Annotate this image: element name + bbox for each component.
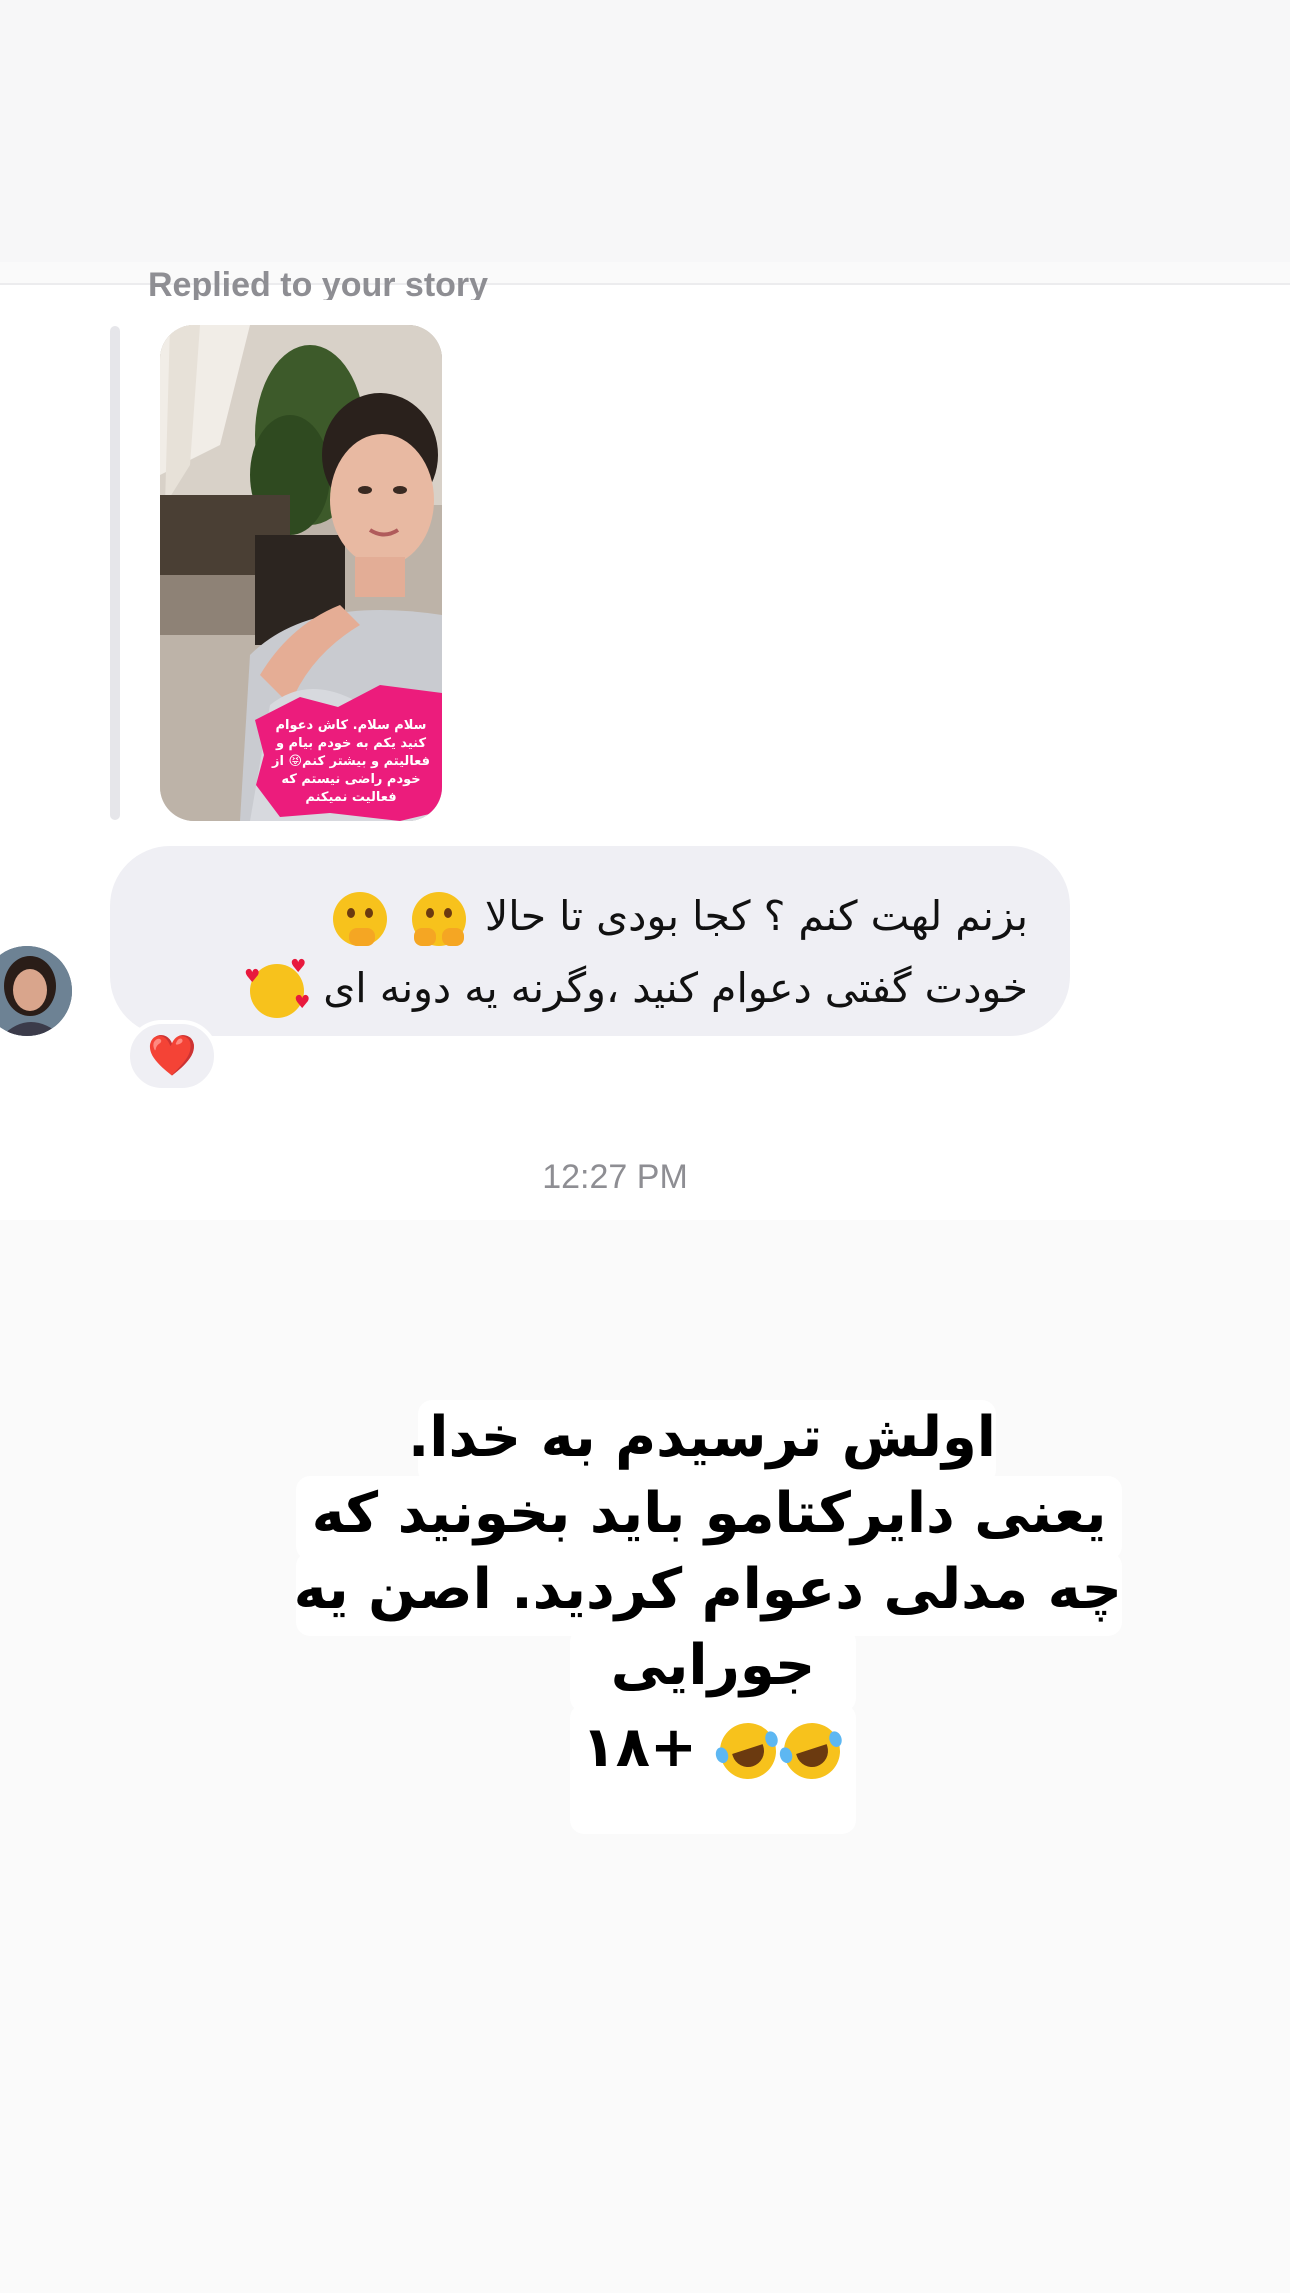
message-bubble[interactable]: بزنم لهت کنم ؟ کجا بودی تا حالا خودت گفت…: [110, 846, 1070, 1036]
message-line-2: خودت گفتی دعوام کنید ،وگرنه یه دونه ای ♥…: [152, 952, 1028, 1024]
story-sticker-text: سلام سلام. کاش دعوام کنید یکم به خودم بی…: [272, 718, 430, 805]
smiling-face-with-hearts-icon: ♥ ♥ ♥: [244, 958, 310, 1018]
face-with-hand-over-mouth-icon: [332, 892, 387, 946]
rolling-on-floor-laughing-icon: [777, 1715, 848, 1787]
story-text-line-2: یعنی دایرکتامو باید بخونید که: [296, 1476, 1122, 1560]
story-thumbnail[interactable]: سلام سلام. کاش دعوام کنید یکم به خودم بی…: [160, 325, 442, 821]
message-line-1: بزنم لهت کنم ؟ کجا بودی تا حالا: [152, 880, 1028, 952]
story-text-age-label: +۱۸: [581, 1715, 697, 1780]
message-text-1: بزنم لهت کنم ؟ کجا بودی تا حالا: [484, 892, 1028, 940]
story-text-line-1: اولش ترسیدم به خدا.: [408, 1400, 996, 1484]
story-text-line-5: +۱۸: [570, 1704, 856, 1834]
heart-icon: ❤️: [147, 1033, 197, 1079]
story-text-line-4: جورایی: [570, 1628, 856, 1712]
message-timestamp: 12:27 PM: [542, 1158, 688, 1196]
story-text-line-3: چه مدلی دعوام کردید. اصن یه: [294, 1552, 1122, 1636]
heart-reaction[interactable]: ❤️: [126, 1020, 218, 1092]
replied-to-story-label: Replied to your story: [148, 266, 489, 300]
rolling-on-floor-laughing-icon: [713, 1715, 784, 1787]
face-with-peeking-eye-icon: [411, 892, 466, 946]
top-header-area: [0, 0, 1290, 262]
reply-quote-bar: [110, 326, 120, 820]
message-text-2: خودت گفتی دعوام کنید ،وگرنه یه دونه ای: [323, 964, 1028, 1012]
